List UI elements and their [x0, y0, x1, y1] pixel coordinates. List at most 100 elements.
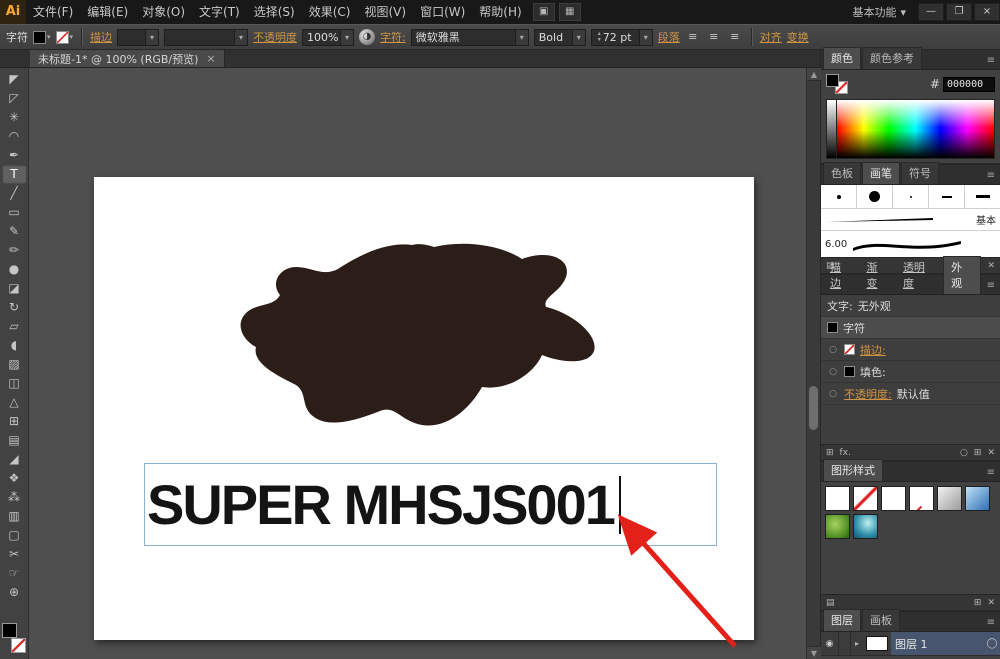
zoom-tool[interactable]: ⊕ — [2, 583, 27, 602]
font-size-stepper[interactable]: ▴ ▾ 72 pt ▾ — [590, 28, 653, 46]
magic-wand-tool[interactable]: ✳ — [2, 108, 27, 127]
align-right-icon[interactable]: ≡ — [727, 30, 743, 44]
style-libraries-icon[interactable]: ▤ — [826, 598, 835, 608]
tab-symbols[interactable]: 符号 — [901, 162, 939, 184]
stroke-link[interactable]: 描边: — [860, 342, 886, 358]
align-panel-link[interactable]: 对齐 — [760, 29, 782, 45]
shape-builder-tool[interactable]: ◫ — [2, 374, 27, 393]
brush-item[interactable] — [893, 185, 929, 208]
transform-panel-link[interactable]: 变换 — [787, 29, 809, 45]
visibility-toggle-icon[interactable]: ○ — [827, 345, 839, 355]
type-tool[interactable]: T — [1, 165, 27, 184]
stroke-weight-select[interactable]: ▾ — [117, 28, 160, 46]
layer-lock-cell[interactable] — [839, 632, 851, 655]
arrange-documents-icon[interactable]: ▦ — [558, 3, 581, 21]
panel-menu-icon[interactable]: ≡ — [982, 55, 1000, 69]
layer-thumbnail[interactable] — [866, 636, 888, 651]
fill-color-well[interactable] — [2, 623, 17, 638]
menu-view[interactable]: 视图(V) — [357, 0, 413, 24]
color-spectrum[interactable] — [837, 100, 994, 158]
align-center-icon[interactable]: ≡ — [706, 30, 722, 44]
recolor-artwork-icon[interactable]: ◑ — [359, 29, 376, 45]
layer-row[interactable]: ◉ ▸ 图层 1 ◯ — [821, 632, 1000, 656]
close-icon[interactable]: × — [206, 52, 215, 65]
ink-blob-shape[interactable] — [94, 177, 754, 640]
menu-file[interactable]: 文件(F) — [26, 0, 80, 24]
fill-stroke-proxy[interactable] — [826, 74, 850, 94]
selection-tool[interactable]: ◤ — [2, 70, 27, 89]
style-thumbnail[interactable] — [853, 514, 878, 539]
delete-item-icon[interactable]: ✕ — [987, 448, 995, 458]
workspace-switcher[interactable]: 基本功能 ▾ — [842, 4, 916, 20]
artboard-tool[interactable]: ▢ — [2, 526, 27, 545]
spinner-icons[interactable]: ▴ ▾ — [596, 31, 603, 43]
tab-layers[interactable]: 图层 — [823, 609, 861, 631]
menu-window[interactable]: 窗口(W) — [413, 0, 472, 24]
appearance-row-characters[interactable]: 字符 — [821, 317, 1000, 339]
opacity-panel-link[interactable]: 不透明度 — [253, 29, 297, 45]
fx-icon[interactable]: fx. — [840, 448, 851, 458]
column-graph-tool[interactable]: ▥ — [2, 507, 27, 526]
paragraph-panel-link[interactable]: 段落 — [658, 29, 680, 45]
menu-edit[interactable]: 编辑(E) — [80, 0, 135, 24]
layer-expand-icon[interactable]: ▸ — [851, 632, 863, 655]
pencil-tool[interactable]: ✏ — [2, 241, 27, 260]
menu-select[interactable]: 选择(S) — [247, 0, 302, 24]
appearance-row-stroke[interactable]: ○ 描边: — [821, 339, 1000, 361]
gradient-tool[interactable]: ▤ — [2, 431, 27, 450]
style-thumbnail[interactable] — [937, 486, 962, 511]
rotate-tool[interactable]: ↻ — [2, 298, 27, 317]
artboard[interactable]: SUPER MHSJS001 — [94, 177, 754, 640]
eraser-tool[interactable]: ◪ — [2, 279, 27, 298]
menu-type[interactable]: 文字(T) — [192, 0, 247, 24]
stroke-panel-link[interactable]: 描边 — [90, 29, 112, 45]
free-transform-tool[interactable]: ▨ — [2, 355, 27, 374]
document-tab[interactable]: 未标题-1* @ 100% (RGB/预览) × — [30, 50, 225, 67]
delete-style-icon[interactable]: ✕ — [987, 598, 995, 608]
brush-item-calligraphic[interactable]: 6.00 — [821, 231, 1000, 257]
stroke-none-swatch[interactable] — [55, 30, 69, 44]
menu-help[interactable]: 帮助(H) — [472, 0, 528, 24]
layer-target-icon[interactable]: ◯ — [984, 632, 1000, 655]
duplicate-item-icon[interactable]: ⊞ — [974, 448, 982, 458]
hex-value-input[interactable] — [943, 76, 995, 92]
new-style-icon[interactable]: ⊞ — [974, 598, 982, 608]
vertical-scrollbar[interactable]: ▲ ▼ — [806, 68, 821, 659]
font-style-select[interactable]: Bold ▾ — [533, 28, 586, 46]
scrollbar-thumb[interactable] — [809, 386, 818, 430]
style-thumbnail[interactable] — [881, 486, 906, 511]
fill-black-swatch[interactable] — [844, 366, 855, 377]
perspective-grid-tool[interactable]: △ — [2, 393, 27, 412]
delete-brush-icon[interactable]: ✕ — [987, 261, 995, 271]
tab-stroke[interactable]: 描边 — [823, 257, 858, 294]
fill-black-swatch[interactable] — [826, 74, 839, 87]
layer-name[interactable]: 图层 1 — [891, 632, 984, 655]
layer-visibility-eye-icon[interactable]: ◉ — [821, 632, 839, 655]
variable-width-profile-select[interactable]: ▾ — [164, 28, 249, 46]
paintbrush-tool[interactable]: ✎ — [2, 222, 27, 241]
appearance-row-opacity[interactable]: ○ 不透明度: 默认值 — [821, 383, 1000, 405]
font-family-select[interactable]: 微软雅黑 ▾ — [410, 28, 529, 46]
fill-swatch[interactable] — [33, 30, 46, 44]
symbol-sprayer-tool[interactable]: ⁂ — [2, 488, 27, 507]
panel-menu-icon[interactable]: ≡ — [982, 617, 1000, 631]
lasso-tool[interactable]: ◠ — [2, 127, 27, 146]
line-segment-tool[interactable]: ╱ — [2, 184, 27, 203]
tab-graphic-styles[interactable]: 图形样式 — [823, 459, 883, 481]
pen-tool[interactable]: ✒ — [2, 146, 27, 165]
tab-gradient[interactable]: 渐变 — [859, 257, 894, 294]
rectangle-tool[interactable]: ▭ — [2, 203, 27, 222]
style-thumbnail[interactable] — [825, 486, 850, 511]
canvas-text[interactable]: SUPER MHSJS001 — [145, 476, 616, 533]
tab-color[interactable]: 颜色 — [823, 47, 861, 69]
restore-button[interactable]: ❐ — [946, 3, 972, 21]
scale-tool[interactable]: ▱ — [2, 317, 27, 336]
stroke-color-well[interactable] — [11, 638, 26, 653]
tab-color-guide[interactable]: 颜色参考 — [862, 47, 922, 69]
appearance-row-fill[interactable]: ○ 填色: — [821, 361, 1000, 383]
new-stroke-icon[interactable]: ⊞ — [826, 448, 834, 458]
tab-transparency[interactable]: 透明度 — [896, 257, 942, 294]
character-panel-link[interactable]: 字符: — [380, 29, 406, 45]
visibility-toggle-icon[interactable]: ○ — [827, 389, 839, 399]
brush-item-basic[interactable]: 基本 — [821, 209, 1000, 231]
